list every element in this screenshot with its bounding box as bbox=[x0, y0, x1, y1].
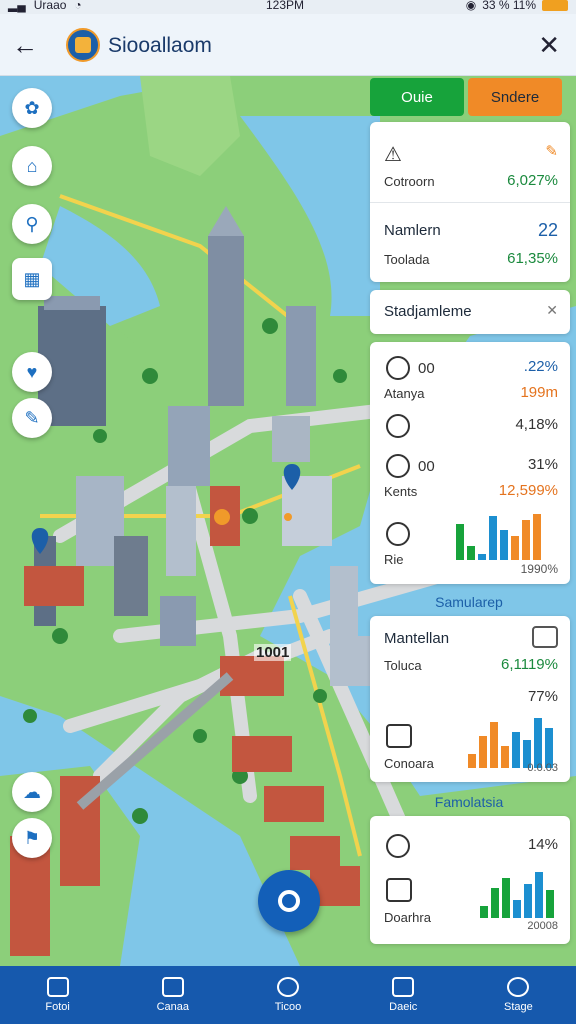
bar-chart bbox=[456, 510, 541, 560]
battery-icon bbox=[542, 0, 568, 11]
tab-ouie[interactable]: Ouie bbox=[370, 78, 464, 116]
inbox-icon bbox=[386, 878, 412, 902]
nav-label: Fotoi bbox=[45, 1001, 70, 1013]
section-title: Famolatsia bbox=[434, 794, 504, 810]
bar-chart bbox=[468, 716, 553, 768]
nav-label: Ticoo bbox=[274, 1001, 302, 1013]
warning-icon: ⚠ bbox=[384, 144, 402, 166]
tool-icon[interactable]: ✎ bbox=[12, 398, 52, 438]
app-header: ← Siooallaom ✕ bbox=[0, 14, 576, 76]
target-icon bbox=[386, 522, 410, 546]
row-value: 22 bbox=[537, 220, 558, 240]
summary-card-2: Mantellan Toluca 6,1119% 77% Conoara 0.0… bbox=[370, 616, 570, 782]
bar-chart bbox=[480, 868, 554, 918]
nav-item-ticoo[interactable]: Ticoo bbox=[230, 966, 345, 1024]
summary-card-3: 14% Doarhra 20008 bbox=[370, 816, 570, 944]
bottom-nav: Fotoi Canaa Ticoo Daeic Stage bbox=[0, 966, 576, 1024]
card-title: Stadjamleme bbox=[384, 303, 472, 320]
globe-icon bbox=[386, 356, 410, 380]
tag-icon[interactable]: ⌂ bbox=[12, 146, 52, 186]
signal-icon: ▂▄ bbox=[8, 0, 26, 12]
row-value: .22% bbox=[523, 358, 558, 375]
chat-icon bbox=[507, 977, 530, 997]
block-label: 1001 bbox=[254, 644, 292, 661]
row-value: 31% bbox=[527, 456, 558, 473]
search-icon bbox=[277, 977, 299, 997]
row-value: 61,35% bbox=[507, 250, 558, 267]
target-icon bbox=[278, 890, 300, 912]
status-time: 123PM bbox=[266, 0, 305, 12]
info-icon bbox=[386, 834, 410, 858]
row-value: 0.0.03 bbox=[527, 762, 558, 774]
nav-item-stage[interactable]: Stage bbox=[461, 966, 576, 1024]
nav-label: Stage bbox=[504, 1001, 533, 1013]
details-card: 00 .22% Atanya 199m 4,18% 00 31% Kents 1… bbox=[370, 342, 570, 584]
location-icon: ◉ bbox=[465, 0, 477, 12]
nav-label: Daeic bbox=[389, 1001, 418, 1013]
briefcase-icon bbox=[532, 626, 558, 648]
section-title: Samularep bbox=[435, 594, 503, 610]
page-title: Siooallaom bbox=[108, 34, 212, 57]
wifi-icon: ◔ bbox=[74, 0, 82, 12]
close-icon[interactable]: ✕ bbox=[538, 30, 560, 60]
globe-icon bbox=[386, 454, 410, 478]
details-card-header: Stadjamleme ✕ bbox=[370, 290, 570, 334]
summary-card: ⚠ ✎ Cotroorn 6,027% Namlern 22 Toolada 6… bbox=[370, 122, 570, 282]
car-icon bbox=[386, 724, 412, 748]
folder-icon bbox=[392, 977, 415, 997]
locate-me-button[interactable] bbox=[258, 870, 320, 932]
map-icon bbox=[161, 977, 184, 997]
nav-item-canaa[interactable]: Canaa bbox=[115, 966, 230, 1024]
nav-item-daeic[interactable]: Daeic bbox=[346, 966, 461, 1024]
row-value: 1990% bbox=[520, 562, 558, 576]
status-bar: ▂▄ Uraao ◔ 123PM ◉ 33 % 11% bbox=[0, 0, 576, 14]
tab-sndere[interactable]: Sndere bbox=[468, 78, 562, 116]
search-icon bbox=[386, 414, 410, 438]
row-value: 20008 bbox=[527, 920, 558, 932]
nav-label: Canaa bbox=[156, 1001, 190, 1013]
home-icon bbox=[46, 977, 69, 997]
route-icon[interactable]: ⚲ bbox=[12, 204, 52, 244]
heart-icon[interactable]: ♥ bbox=[12, 352, 52, 392]
row-value: 14% bbox=[527, 836, 558, 853]
cloud-icon[interactable]: ☁ bbox=[12, 772, 52, 812]
row-value: 12,599% bbox=[498, 482, 558, 499]
row-value: 6,027% bbox=[507, 172, 558, 189]
row-value: 77% bbox=[527, 688, 558, 705]
row-value: 4,18% bbox=[515, 416, 558, 433]
close-icon[interactable]: ✕ bbox=[546, 302, 558, 319]
pin-icon[interactable]: ⚑ bbox=[12, 818, 52, 858]
nav-item-fotoi[interactable]: Fotoi bbox=[0, 966, 115, 1024]
battery-label: 33 % 11% bbox=[482, 0, 536, 12]
back-arrow-icon[interactable]: ← bbox=[12, 30, 42, 60]
edit-icon[interactable]: ✎ bbox=[545, 142, 558, 160]
row-value: 199m bbox=[520, 384, 558, 401]
row-value: 6,1119% bbox=[501, 656, 558, 673]
app-logo bbox=[66, 28, 100, 62]
row-label: Namlern bbox=[384, 222, 441, 239]
transit-icon[interactable]: ▦ bbox=[12, 258, 52, 300]
stats-panel: Ouie Sndere ⚠ ✎ Cotroorn 6,027% Namlern … bbox=[368, 76, 574, 946]
layers-icon[interactable]: ✿ bbox=[12, 88, 52, 128]
carrier-label: Uraao bbox=[33, 0, 67, 12]
